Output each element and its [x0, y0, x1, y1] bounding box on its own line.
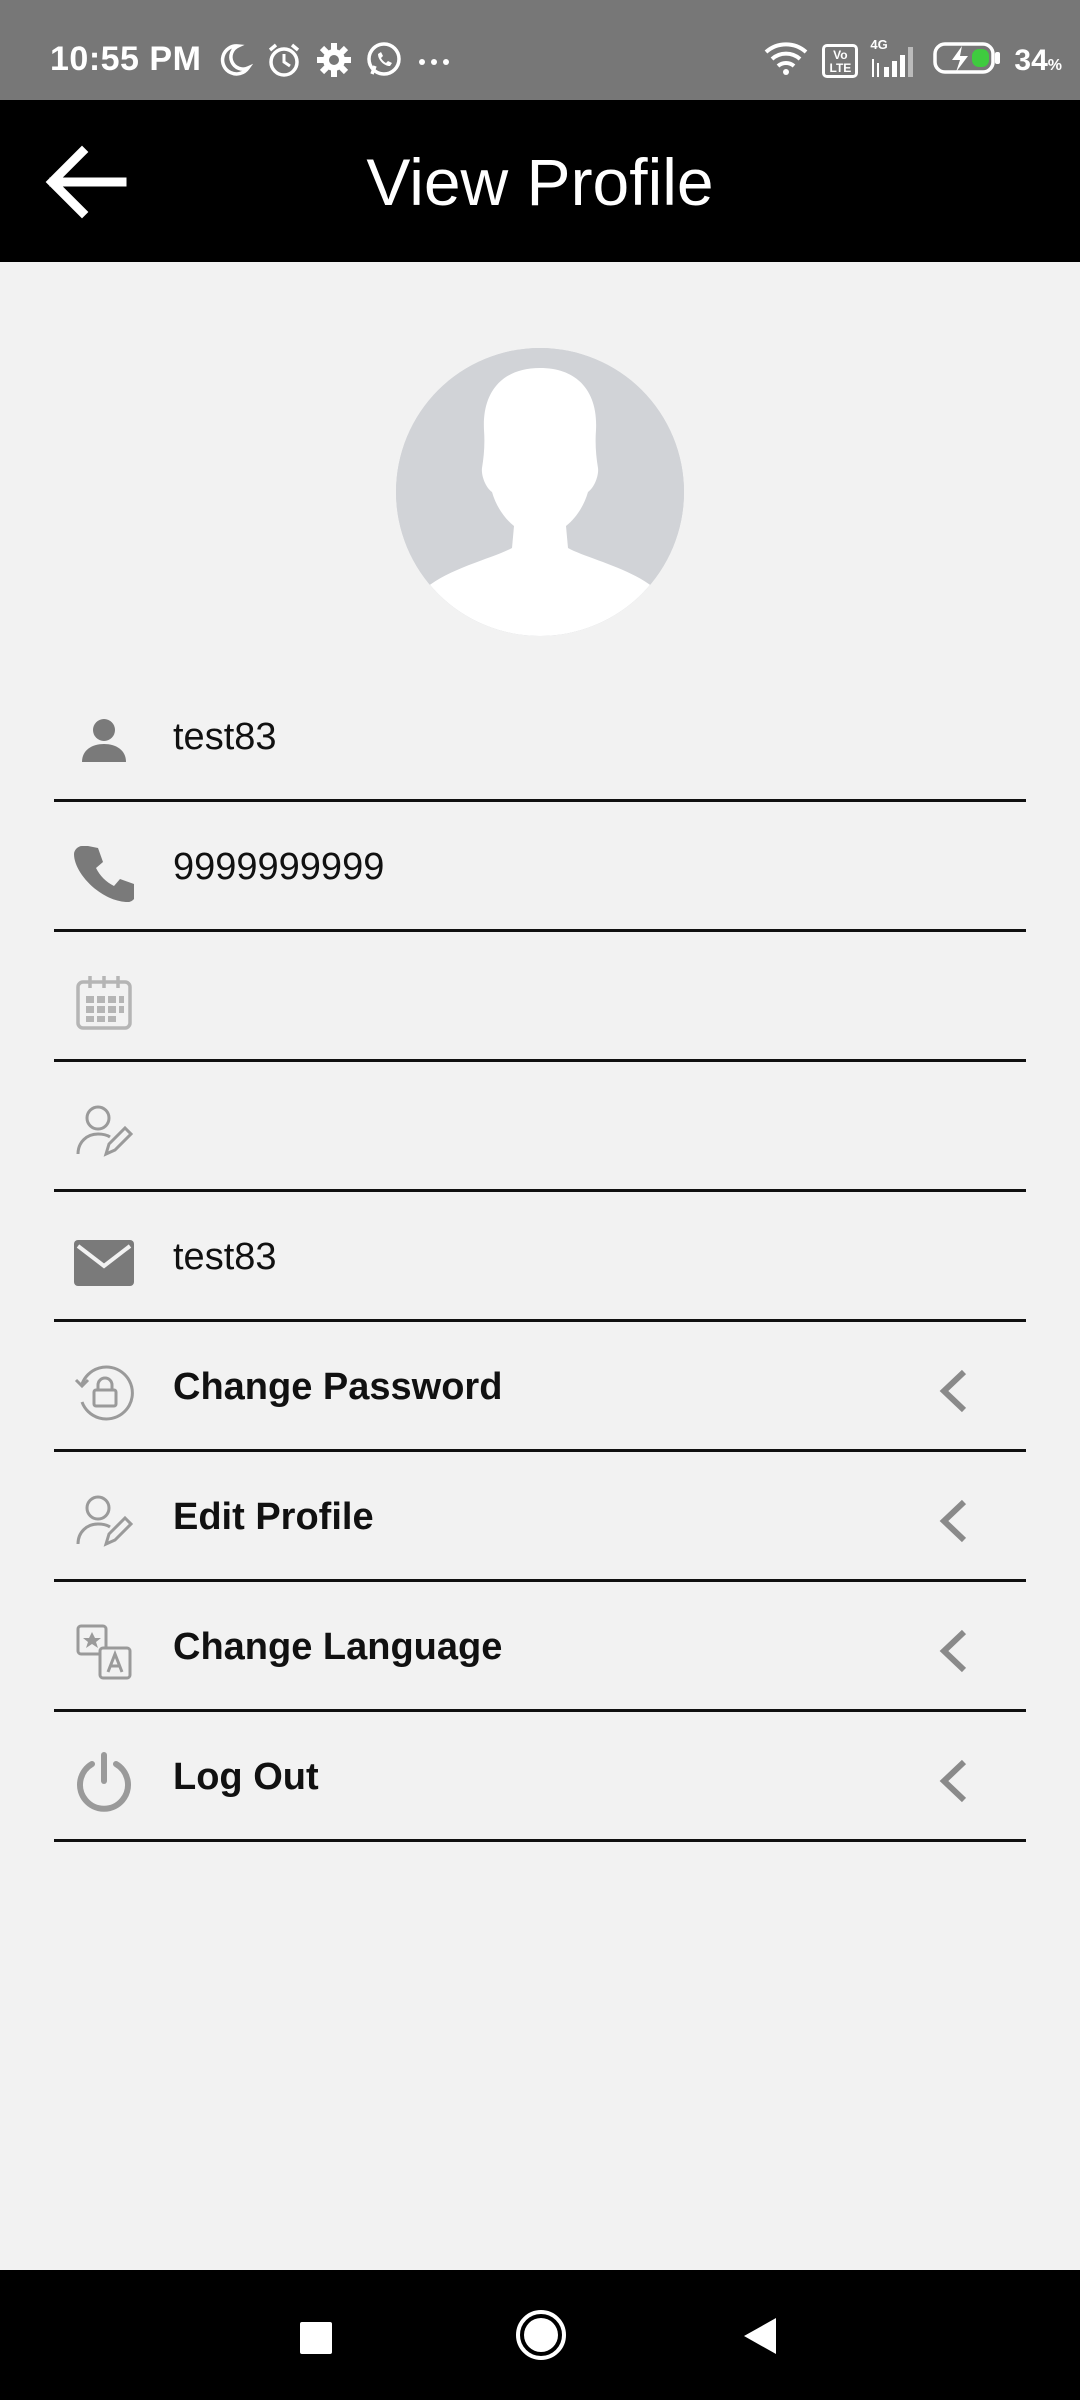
- person-silhouette-icon: [396, 348, 684, 636]
- status-time: 10:55 PM: [50, 40, 202, 78]
- chevron-left-icon: [934, 1496, 974, 1546]
- alarm-icon: [264, 40, 304, 80]
- field-phone: 9999999999: [54, 802, 1026, 932]
- change-password-label: Change Password: [173, 1366, 503, 1408]
- user-edit-icon: [74, 1492, 134, 1552]
- status-bar: 10:55 PM Vo LTE 4G 34%: [0, 0, 1080, 100]
- log-out-label: Log Out: [173, 1756, 319, 1798]
- battery-percent-value: 34: [1014, 43, 1048, 77]
- app-bar: View Profile: [0, 100, 1080, 262]
- translate-icon: [74, 1622, 134, 1682]
- network-type-label: 4G: [870, 36, 888, 52]
- gear-icon: [314, 40, 354, 80]
- action-change-password[interactable]: Change Password: [54, 1322, 1026, 1452]
- email-value: test83: [173, 1236, 277, 1278]
- volte-icon: Vo LTE: [822, 43, 859, 78]
- chevron-left-icon: [934, 1366, 974, 1416]
- triangle-back-icon: [744, 2318, 776, 2354]
- person-icon: [74, 712, 134, 772]
- edit-profile-label: Edit Profile: [173, 1496, 374, 1538]
- field-birthdate: [54, 932, 1026, 1062]
- moon-icon: [214, 40, 254, 80]
- square-icon: [300, 2322, 332, 2354]
- status-left-icons: [214, 40, 454, 80]
- status-right-icons: Vo LTE 4G 34%: [762, 37, 1062, 83]
- username-value: test83: [173, 716, 277, 758]
- battery-icon: [932, 40, 1002, 81]
- change-language-label: Change Language: [173, 1626, 503, 1668]
- wifi-icon: [762, 38, 810, 83]
- whatsapp-icon: [364, 40, 404, 80]
- user-edit-icon: [74, 1102, 134, 1162]
- power-icon: [74, 1752, 134, 1812]
- avatar: [396, 348, 684, 636]
- action-log-out[interactable]: Log Out: [54, 1712, 1026, 1842]
- action-change-language[interactable]: Change Language: [54, 1582, 1026, 1712]
- profile-list: test83 9999999999 test83 Change Password: [54, 672, 1026, 1842]
- home-circle-icon: [516, 2310, 566, 2360]
- recents-button[interactable]: [296, 2318, 336, 2363]
- volte-badge-text: Vo LTE: [829, 47, 852, 75]
- chevron-left-icon: [934, 1756, 974, 1806]
- calendar-icon: [74, 972, 134, 1032]
- system-nav-bar: [0, 2270, 1080, 2400]
- home-button[interactable]: [514, 2308, 568, 2367]
- lock-rotate-icon: [74, 1362, 134, 1422]
- phone-value: 9999999999: [173, 846, 385, 888]
- action-edit-profile[interactable]: Edit Profile: [54, 1452, 1026, 1582]
- field-username: test83: [54, 672, 1026, 802]
- signal-icon: 4G: [870, 37, 920, 79]
- battery-percent-unit: %: [1047, 56, 1062, 74]
- page-title: View Profile: [366, 145, 714, 219]
- field-email: test83: [54, 1192, 1026, 1322]
- mail-icon: [74, 1232, 134, 1292]
- more-icon: [414, 40, 454, 80]
- back-nav-button[interactable]: [740, 2314, 780, 2363]
- battery-percent: 34%: [1014, 44, 1062, 78]
- phone-icon: [74, 842, 136, 902]
- field-bio: [54, 1062, 1026, 1192]
- chevron-left-icon: [934, 1626, 974, 1676]
